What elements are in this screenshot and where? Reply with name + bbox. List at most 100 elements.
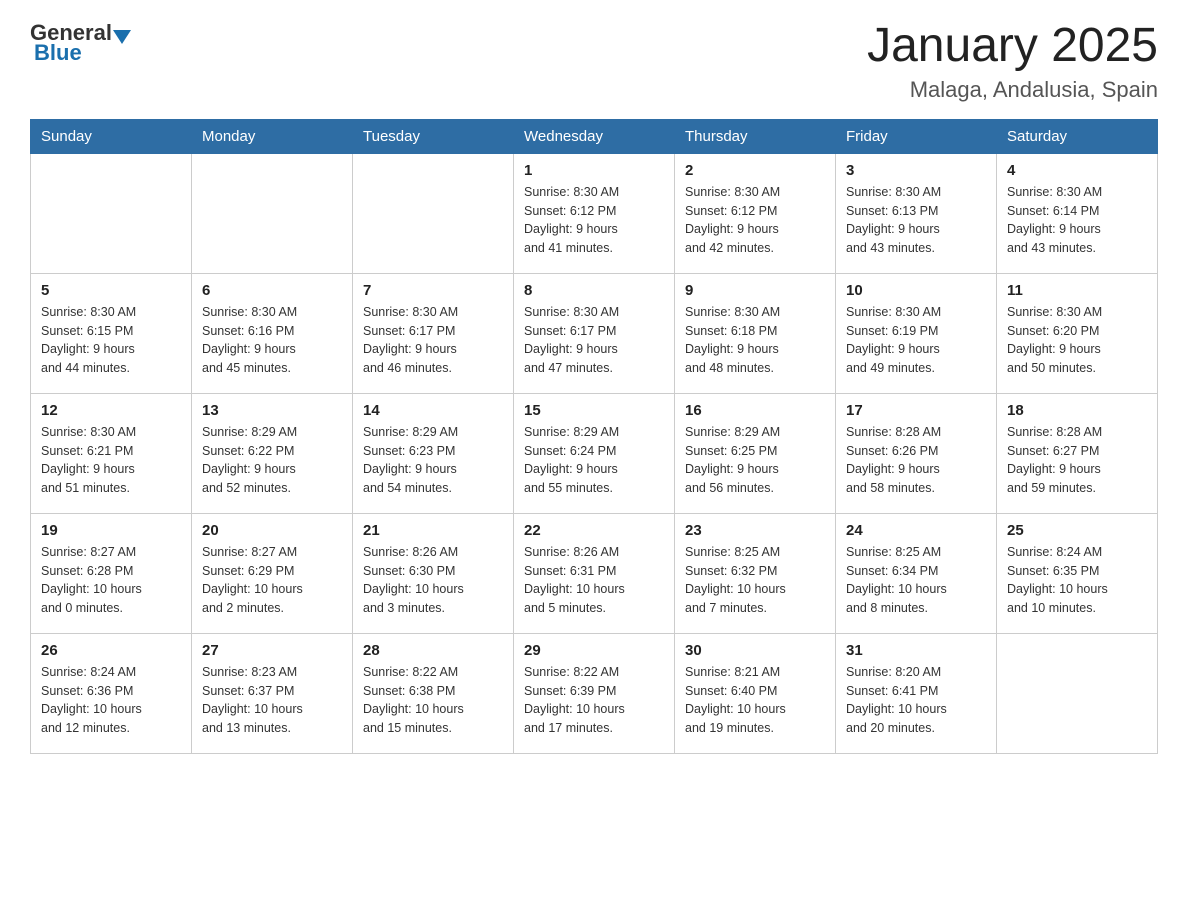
calendar-cell: 10 Sunrise: 8:30 AM Sunset: 6:19 PM Dayli… xyxy=(836,273,997,393)
day-number: 6 xyxy=(202,282,342,299)
day-number: 15 xyxy=(524,402,664,419)
calendar-cell: 6 Sunrise: 8:30 AM Sunset: 6:16 PM Daylig… xyxy=(192,273,353,393)
calendar-cell: 25 Sunrise: 8:24 AM Sunset: 6:35 PM Dayli… xyxy=(997,513,1158,633)
day-info: Sunrise: 8:29 AM Sunset: 6:25 PM Dayligh… xyxy=(685,423,825,498)
day-info: Sunrise: 8:30 AM Sunset: 6:12 PM Dayligh… xyxy=(524,183,664,258)
day-info: Sunrise: 8:25 AM Sunset: 6:32 PM Dayligh… xyxy=(685,543,825,618)
calendar-cell: 12Sunrise: 8:30 AM Sunset: 6:21 PM Dayli… xyxy=(31,393,192,513)
week-row-5: 26 Sunrise: 8:24 AM Sunset: 6:36 PM Dayli… xyxy=(31,633,1158,753)
weekday-header-sunday: Sunday xyxy=(31,119,192,153)
calendar-cell xyxy=(31,153,192,273)
day-info: Sunrise: 8:27 AM Sunset: 6:29 PM Dayligh… xyxy=(202,543,342,618)
calendar-cell: 2 Sunrise: 8:30 AM Sunset: 6:12 PM Daylig… xyxy=(675,153,836,273)
day-info: Sunrise: 8:30 AM Sunset: 6:14 PM Dayligh… xyxy=(1007,183,1147,258)
calendar-header: SundayMondayTuesdayWednesdayThursdayFrid… xyxy=(31,119,1158,153)
day-info: Sunrise: 8:30 AM Sunset: 6:19 PM Dayligh… xyxy=(846,303,986,378)
day-number: 3 xyxy=(846,162,986,179)
day-number: 28 xyxy=(363,642,503,659)
weekday-header-thursday: Thursday xyxy=(675,119,836,153)
day-number: 4 xyxy=(1007,162,1147,179)
day-number: 24 xyxy=(846,522,986,539)
weekday-header-saturday: Saturday xyxy=(997,119,1158,153)
day-info: Sunrise: 8:21 AM Sunset: 6:40 PM Dayligh… xyxy=(685,663,825,738)
day-info: Sunrise: 8:25 AM Sunset: 6:34 PM Dayligh… xyxy=(846,543,986,618)
day-info: Sunrise: 8:30 AM Sunset: 6:17 PM Dayligh… xyxy=(363,303,503,378)
calendar-cell: 9 Sunrise: 8:30 AM Sunset: 6:18 PM Daylig… xyxy=(675,273,836,393)
day-info: Sunrise: 8:22 AM Sunset: 6:38 PM Dayligh… xyxy=(363,663,503,738)
day-info: Sunrise: 8:30 AM Sunset: 6:13 PM Dayligh… xyxy=(846,183,986,258)
day-number: 31 xyxy=(846,642,986,659)
title-block: January 2025 Malaga, Andalusia, Spain xyxy=(867,20,1158,103)
calendar-title: January 2025 xyxy=(867,20,1158,73)
weekday-header-friday: Friday xyxy=(836,119,997,153)
calendar-cell: 24 Sunrise: 8:25 AM Sunset: 6:34 PM Dayli… xyxy=(836,513,997,633)
day-number: 13 xyxy=(202,402,342,419)
calendar-cell: 21Sunrise: 8:26 AM Sunset: 6:30 PM Dayli… xyxy=(353,513,514,633)
day-number: 1 xyxy=(524,162,664,179)
day-number: 27 xyxy=(202,642,342,659)
calendar-subtitle: Malaga, Andalusia, Spain xyxy=(867,77,1158,103)
logo: General Blue xyxy=(30,20,132,66)
calendar-table: SundayMondayTuesdayWednesdayThursdayFrid… xyxy=(30,119,1158,754)
day-number: 17 xyxy=(846,402,986,419)
calendar-cell xyxy=(997,633,1158,753)
calendar-cell xyxy=(353,153,514,273)
day-number: 7 xyxy=(363,282,503,299)
day-info: Sunrise: 8:30 AM Sunset: 6:18 PM Dayligh… xyxy=(685,303,825,378)
calendar-cell: 11Sunrise: 8:30 AM Sunset: 6:20 PM Dayli… xyxy=(997,273,1158,393)
calendar-cell: 8Sunrise: 8:30 AM Sunset: 6:17 PM Daylig… xyxy=(514,273,675,393)
day-info: Sunrise: 8:29 AM Sunset: 6:24 PM Dayligh… xyxy=(524,423,664,498)
day-info: Sunrise: 8:20 AM Sunset: 6:41 PM Dayligh… xyxy=(846,663,986,738)
calendar-cell: 29 Sunrise: 8:22 AM Sunset: 6:39 PM Dayli… xyxy=(514,633,675,753)
calendar-cell: 28 Sunrise: 8:22 AM Sunset: 6:38 PM Dayli… xyxy=(353,633,514,753)
day-number: 26 xyxy=(41,642,181,659)
calendar-cell: 22Sunrise: 8:26 AM Sunset: 6:31 PM Dayli… xyxy=(514,513,675,633)
day-info: Sunrise: 8:28 AM Sunset: 6:26 PM Dayligh… xyxy=(846,423,986,498)
calendar-cell: 31 Sunrise: 8:20 AM Sunset: 6:41 PM Dayli… xyxy=(836,633,997,753)
day-info: Sunrise: 8:24 AM Sunset: 6:36 PM Dayligh… xyxy=(41,663,181,738)
day-number: 19 xyxy=(41,522,181,539)
calendar-cell: 13Sunrise: 8:29 AM Sunset: 6:22 PM Dayli… xyxy=(192,393,353,513)
day-number: 20 xyxy=(202,522,342,539)
week-row-2: 5Sunrise: 8:30 AM Sunset: 6:15 PM Daylig… xyxy=(31,273,1158,393)
day-info: Sunrise: 8:26 AM Sunset: 6:31 PM Dayligh… xyxy=(524,543,664,618)
day-info: Sunrise: 8:22 AM Sunset: 6:39 PM Dayligh… xyxy=(524,663,664,738)
day-number: 18 xyxy=(1007,402,1147,419)
day-number: 11 xyxy=(1007,282,1147,299)
calendar-cell: 7 Sunrise: 8:30 AM Sunset: 6:17 PM Daylig… xyxy=(353,273,514,393)
logo-text-blue: Blue xyxy=(34,40,82,66)
day-info: Sunrise: 8:24 AM Sunset: 6:35 PM Dayligh… xyxy=(1007,543,1147,618)
day-number: 10 xyxy=(846,282,986,299)
day-info: Sunrise: 8:30 AM Sunset: 6:15 PM Dayligh… xyxy=(41,303,181,378)
day-number: 16 xyxy=(685,402,825,419)
calendar-cell: 23Sunrise: 8:25 AM Sunset: 6:32 PM Dayli… xyxy=(675,513,836,633)
day-number: 30 xyxy=(685,642,825,659)
day-number: 25 xyxy=(1007,522,1147,539)
weekday-header-tuesday: Tuesday xyxy=(353,119,514,153)
calendar-cell: 20 Sunrise: 8:27 AM Sunset: 6:29 PM Dayli… xyxy=(192,513,353,633)
weekday-header-monday: Monday xyxy=(192,119,353,153)
calendar-cell: 17 Sunrise: 8:28 AM Sunset: 6:26 PM Dayli… xyxy=(836,393,997,513)
day-number: 2 xyxy=(685,162,825,179)
calendar-cell: 15 Sunrise: 8:29 AM Sunset: 6:24 PM Dayli… xyxy=(514,393,675,513)
calendar-cell: 5Sunrise: 8:30 AM Sunset: 6:15 PM Daylig… xyxy=(31,273,192,393)
day-info: Sunrise: 8:23 AM Sunset: 6:37 PM Dayligh… xyxy=(202,663,342,738)
weekday-header-wednesday: Wednesday xyxy=(514,119,675,153)
day-info: Sunrise: 8:30 AM Sunset: 6:12 PM Dayligh… xyxy=(685,183,825,258)
calendar-cell: 4 Sunrise: 8:30 AM Sunset: 6:14 PM Daylig… xyxy=(997,153,1158,273)
calendar-cell: 30 Sunrise: 8:21 AM Sunset: 6:40 PM Dayli… xyxy=(675,633,836,753)
calendar-body: 1 Sunrise: 8:30 AM Sunset: 6:12 PM Daylig… xyxy=(31,153,1158,753)
day-number: 8 xyxy=(524,282,664,299)
calendar-cell xyxy=(192,153,353,273)
weekday-row: SundayMondayTuesdayWednesdayThursdayFrid… xyxy=(31,119,1158,153)
day-number: 14 xyxy=(363,402,503,419)
day-info: Sunrise: 8:30 AM Sunset: 6:16 PM Dayligh… xyxy=(202,303,342,378)
day-number: 29 xyxy=(524,642,664,659)
day-number: 9 xyxy=(685,282,825,299)
logo-triangle-icon xyxy=(113,30,131,44)
day-info: Sunrise: 8:28 AM Sunset: 6:27 PM Dayligh… xyxy=(1007,423,1147,498)
week-row-3: 12Sunrise: 8:30 AM Sunset: 6:21 PM Dayli… xyxy=(31,393,1158,513)
calendar-cell: 1 Sunrise: 8:30 AM Sunset: 6:12 PM Daylig… xyxy=(514,153,675,273)
day-info: Sunrise: 8:27 AM Sunset: 6:28 PM Dayligh… xyxy=(41,543,181,618)
page-header: General Blue January 2025 Malaga, Andalu… xyxy=(30,20,1158,103)
